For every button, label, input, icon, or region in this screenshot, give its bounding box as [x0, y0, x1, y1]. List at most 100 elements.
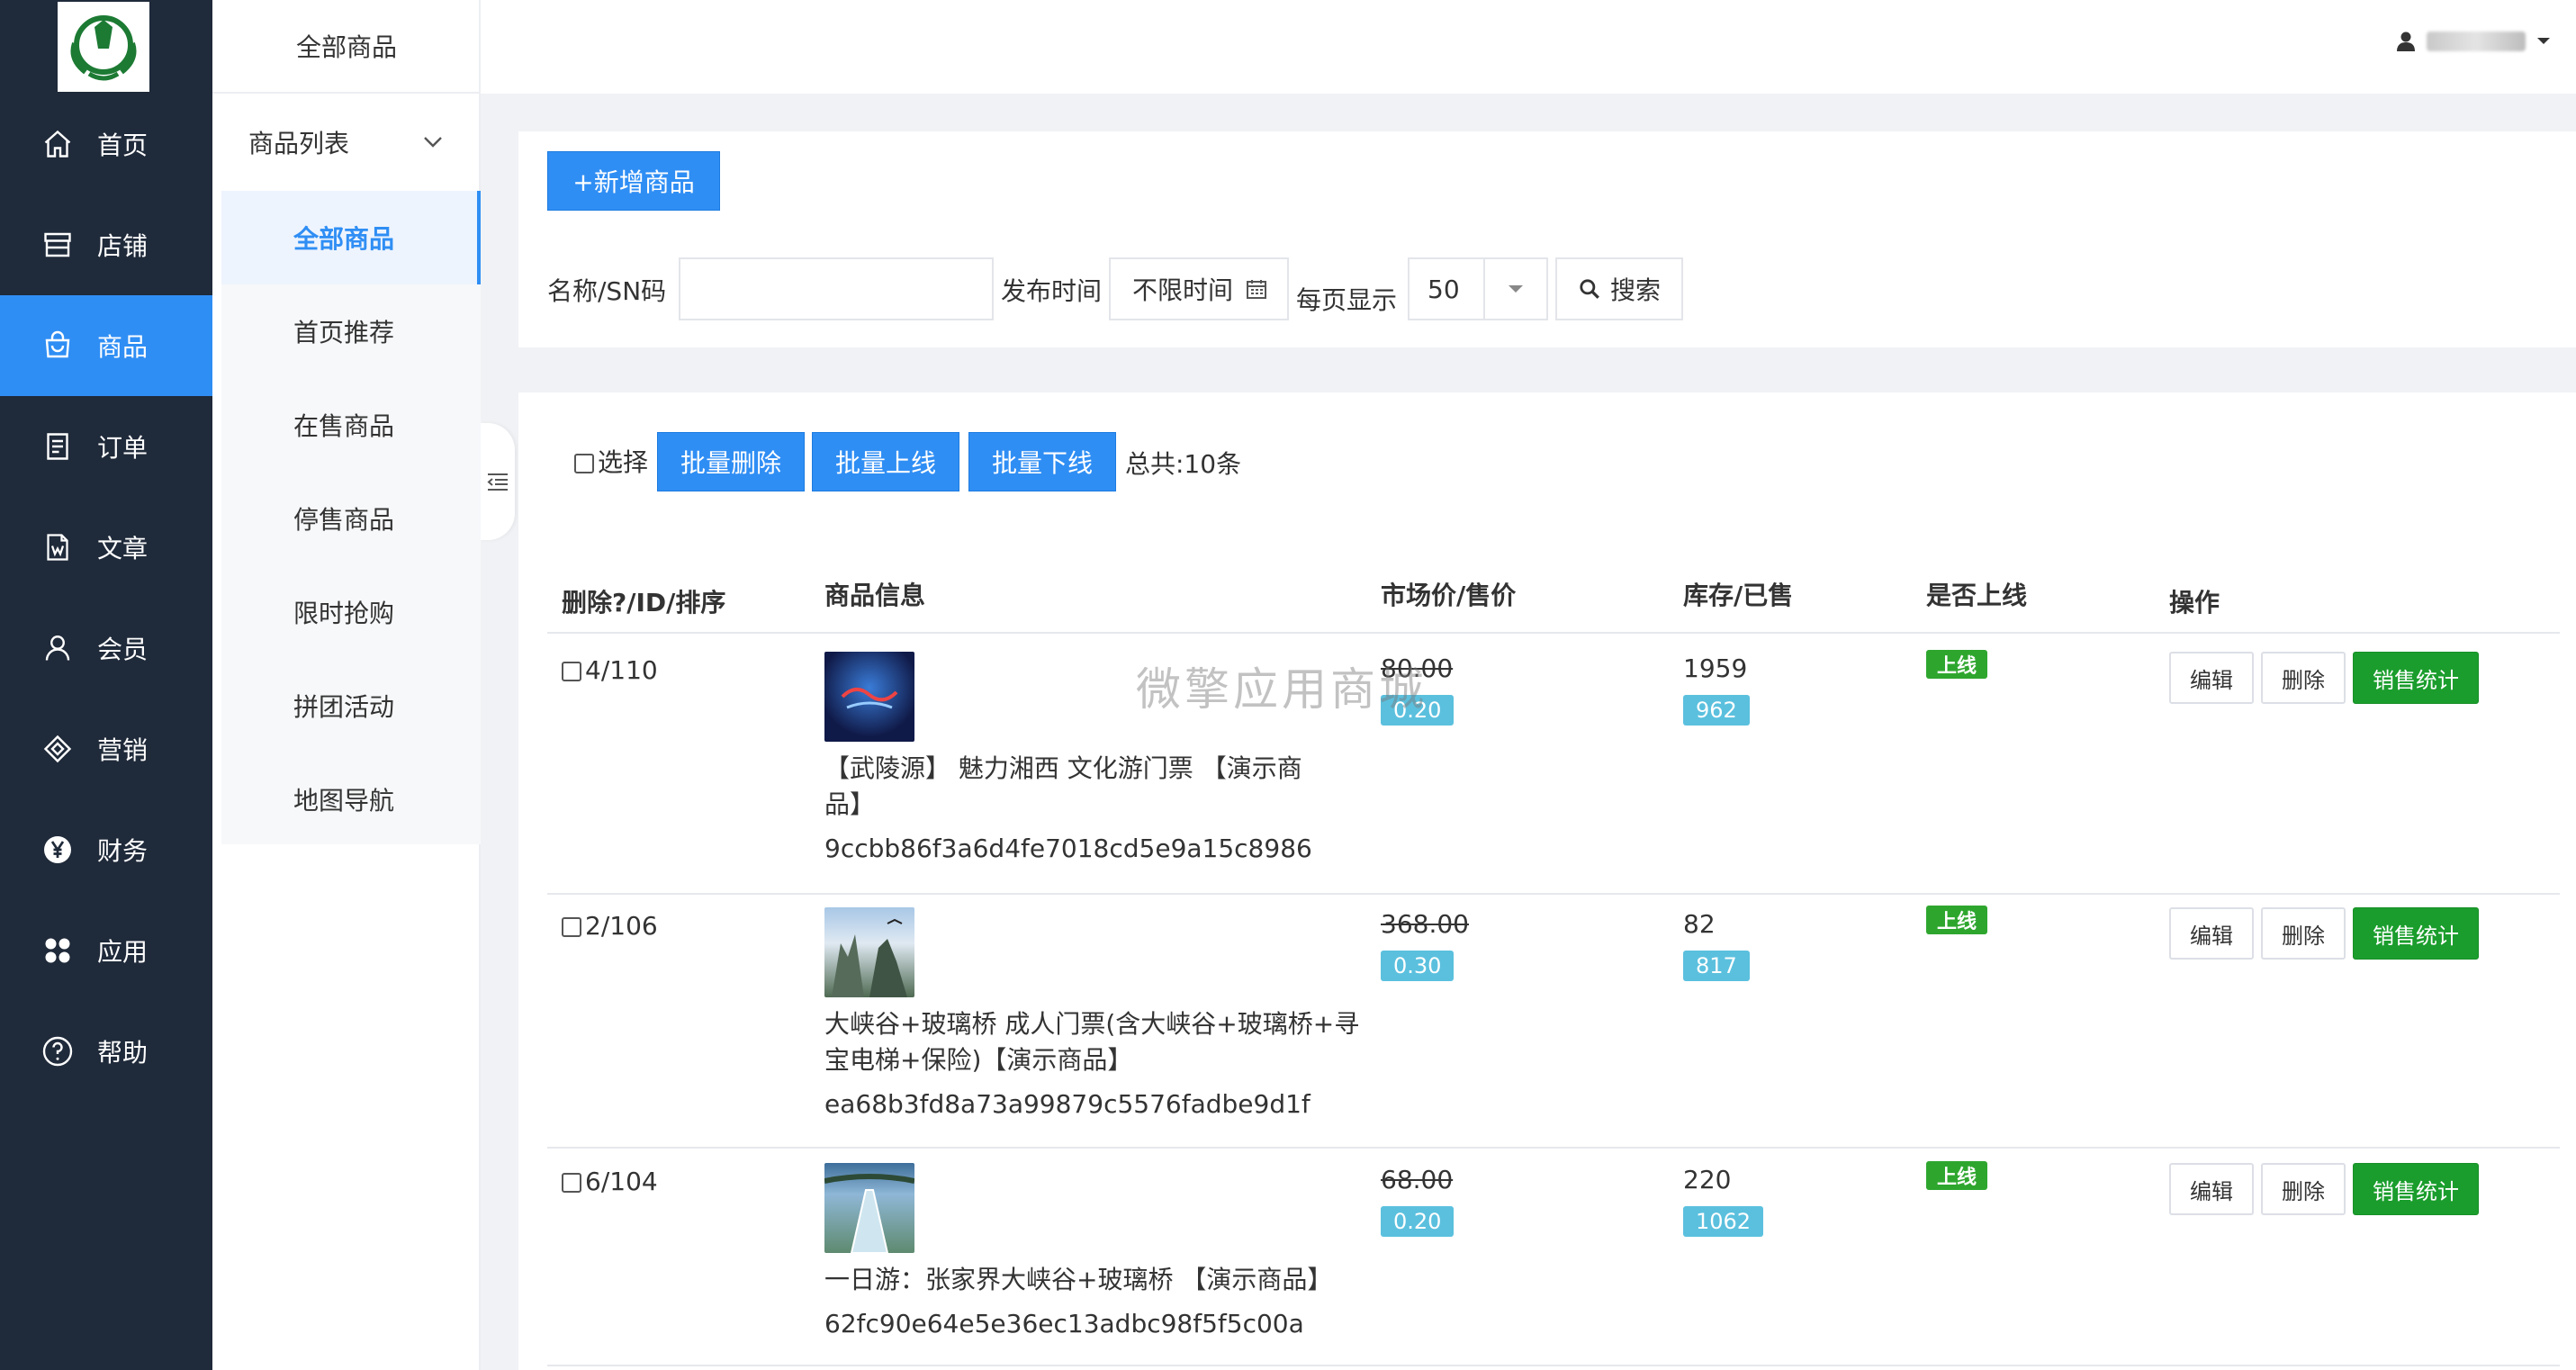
publish-time-picker[interactable]: 不限时间: [1109, 257, 1289, 320]
sold-badge: 817: [1683, 951, 1750, 981]
order-icon: [40, 428, 76, 464]
submenu-item-flash-sale[interactable]: 限时抢购: [221, 565, 481, 659]
checkbox[interactable]: [562, 662, 581, 681]
row-divider: [547, 1147, 2560, 1149]
delete-button[interactable]: 删除: [2261, 652, 2346, 704]
header-delete-id-sort: 删除?/ID/排序: [562, 588, 726, 617]
header-price: 市场价/售价: [1381, 581, 1517, 610]
checkbox[interactable]: [574, 454, 594, 473]
status-badge: 上线: [1926, 1161, 1988, 1190]
goods-name-line[interactable]: 一日游：张家界大峡谷+玻璃桥 【演示商品】: [824, 1260, 1332, 1296]
submenu-group-label: 商品列表: [248, 129, 350, 158]
nav-item-articles[interactable]: 文章: [0, 497, 212, 598]
search-button[interactable]: 搜索: [1555, 257, 1683, 320]
nav-item-help[interactable]: 帮助: [0, 1001, 212, 1102]
checkbox[interactable]: [562, 1173, 581, 1193]
market-price: 68.00: [1381, 1165, 1454, 1194]
caret-down-icon: [1509, 285, 1523, 293]
nav-label: 会员: [97, 635, 149, 664]
select-arrow: [1483, 259, 1546, 319]
nav-item-orders[interactable]: 订单: [0, 396, 212, 497]
user-menu[interactable]: [2396, 31, 2551, 52]
submenu-item-home-recommend[interactable]: 首页推荐: [221, 284, 481, 378]
nav-label: 店铺: [97, 231, 149, 261]
edit-button[interactable]: 编辑: [2169, 1163, 2254, 1215]
article-icon: [40, 529, 76, 565]
checkbox[interactable]: [562, 917, 581, 937]
per-page-select[interactable]: 50: [1408, 257, 1548, 320]
row-divider: [547, 893, 2560, 895]
goods-sn: ea68b3fd8a73a99879c5576fadbe9d1f: [824, 1089, 1311, 1119]
sales-stats-button[interactable]: 销售统计: [2353, 1163, 2479, 1215]
yen-icon: [40, 832, 76, 868]
delete-button[interactable]: 删除: [2261, 907, 2346, 960]
row-divider: [547, 1365, 2560, 1366]
publish-time-label: 发布时间: [1001, 276, 1103, 306]
submenu-item-map-nav[interactable]: 地图导航: [221, 753, 481, 846]
thumbnail-image: [841, 688, 898, 709]
sold-badge: 1062: [1683, 1206, 1764, 1237]
status-badge: 上线: [1926, 650, 1988, 679]
row-id-sort[interactable]: 6/104: [562, 1167, 658, 1196]
bulk-delete-button[interactable]: 批量删除: [657, 432, 805, 491]
logo-emblem-icon: [70, 15, 137, 81]
header-stock-sold: 库存/已售: [1683, 581, 1794, 610]
edit-button[interactable]: 编辑: [2169, 907, 2254, 960]
nav-item-home[interactable]: 首页: [0, 94, 212, 194]
sales-stats-button[interactable]: 销售统计: [2353, 907, 2479, 960]
publish-time-value: 不限时间: [1132, 275, 1234, 305]
logo[interactable]: [58, 2, 149, 92]
submenu-list: 全部商品 首页推荐 在售商品 停售商品 限时抢购 拼团活动 地图导航: [221, 191, 481, 844]
goods-name-line[interactable]: 大峡谷+玻璃桥 成人门票(含大峡谷+玻璃桥+寻: [824, 1005, 1359, 1041]
goods-thumbnail[interactable]: [824, 1163, 914, 1253]
nav-item-members[interactable]: 会员: [0, 598, 212, 699]
nav-label: 应用: [97, 937, 149, 967]
name-sn-input[interactable]: [679, 257, 994, 320]
nav-label: 财务: [97, 836, 149, 866]
bulk-online-button[interactable]: 批量上线: [812, 432, 959, 491]
nav-label: 首页: [97, 131, 149, 160]
submenu-item-off-sale[interactable]: 停售商品: [221, 472, 481, 565]
user-icon: [40, 630, 76, 666]
nav-item-goods[interactable]: 商品: [0, 295, 212, 396]
store-icon: [40, 227, 76, 263]
submenu-item-group-buy[interactable]: 拼团活动: [221, 659, 481, 753]
goods-thumbnail[interactable]: [824, 652, 914, 742]
nav-item-finance[interactable]: 财务: [0, 799, 212, 900]
nav-label: 文章: [97, 534, 149, 563]
stock: 82: [1683, 909, 1716, 939]
status-badge: 上线: [1926, 906, 1988, 934]
goods-name-line[interactable]: 品】: [824, 785, 875, 821]
nav-item-apps[interactable]: 应用: [0, 900, 212, 1001]
header-divider: [547, 632, 2560, 634]
caret-down-icon: [2537, 38, 2550, 44]
add-goods-button[interactable]: +新增商品: [547, 151, 720, 211]
goods-name-line[interactable]: 宝电梯+保险)【演示商品】: [824, 1041, 1132, 1077]
submenu-group-goods-list[interactable]: 商品列表: [212, 94, 481, 191]
select-all-checkbox[interactable]: 选择: [574, 443, 648, 479]
nav-item-store[interactable]: 店铺: [0, 194, 212, 295]
help-icon: [40, 1033, 76, 1069]
delete-button[interactable]: 删除: [2261, 1163, 2346, 1215]
thumbnail-image: [832, 918, 907, 997]
goods-name-line[interactable]: 【武陵源】 魅力湘西 文化游门票 【演示商: [824, 749, 1302, 785]
header-online: 是否上线: [1926, 581, 2028, 610]
search-button-label: 搜索: [1609, 275, 1661, 305]
sale-price-badge: 0.20: [1381, 1206, 1455, 1237]
marketing-icon: [40, 731, 76, 767]
nav-item-marketing[interactable]: 营销: [0, 699, 212, 799]
sales-stats-button[interactable]: 销售统计: [2353, 652, 2479, 704]
submenu-item-on-sale[interactable]: 在售商品: [221, 378, 481, 472]
row-id-sort[interactable]: 2/106: [562, 911, 658, 941]
apps-icon: [40, 933, 76, 969]
submenu-item-all-goods[interactable]: 全部商品: [221, 191, 481, 284]
goods-thumbnail[interactable]: [824, 907, 914, 997]
user-avatar-icon: [2397, 32, 2415, 51]
collapse-sidebar-toggle[interactable]: [481, 423, 515, 540]
submenu-title: 全部商品: [212, 0, 481, 94]
per-page-label: 每页显示: [1296, 285, 1398, 315]
edit-button[interactable]: 编辑: [2169, 652, 2254, 704]
secondary-sidebar: 全部商品 商品列表 全部商品 首页推荐 在售商品 停售商品 限时抢购 拼团活动 …: [212, 0, 481, 1370]
bulk-offline-button[interactable]: 批量下线: [968, 432, 1116, 491]
row-id-sort[interactable]: 4/110: [562, 655, 658, 685]
